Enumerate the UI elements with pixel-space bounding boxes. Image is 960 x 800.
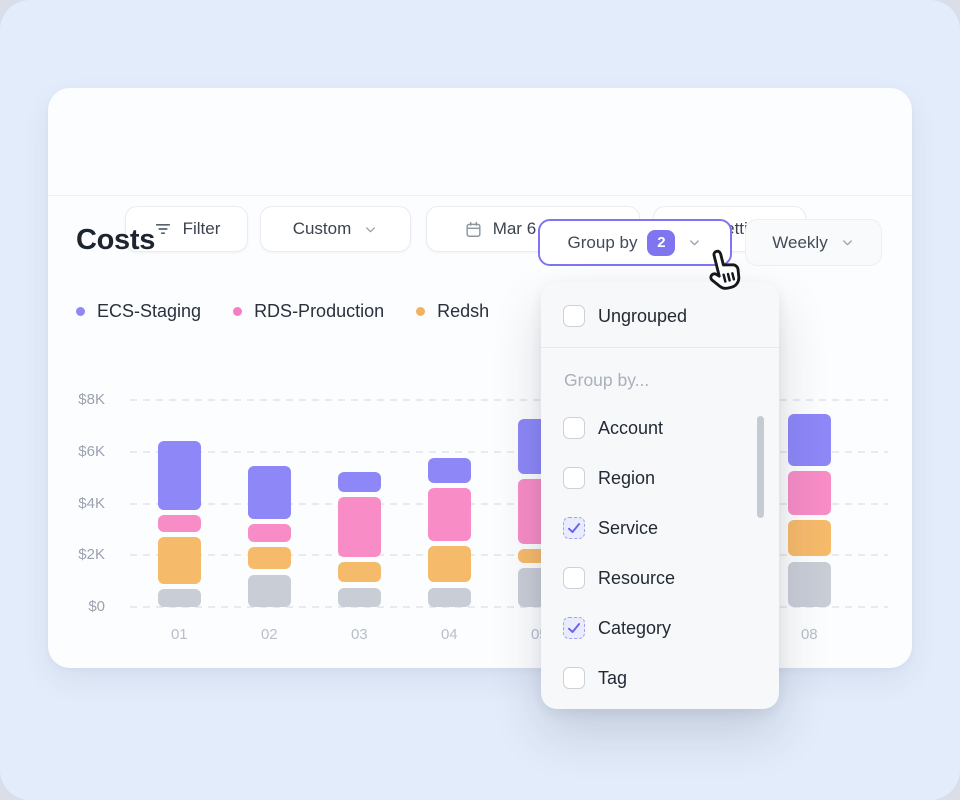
option-label: Region [598, 468, 655, 489]
checkmark-icon [566, 520, 582, 536]
bar-segment-RDS-Production-04[interactable] [428, 488, 471, 541]
dropdown-option-category[interactable]: Category [541, 603, 779, 653]
bar-segment-ECS-Staging-08[interactable] [788, 414, 831, 466]
dropdown-option-account[interactable]: Account [541, 403, 779, 453]
group-by-dropdown: Ungrouped Group by... Account Region Servi… [541, 282, 779, 709]
costs-card: Filter Custom Mar 6 - Jun 17 Settings Co… [48, 88, 912, 668]
bar-segment-Redsh-02[interactable] [248, 547, 291, 569]
bar-segment-Redsh-04[interactable] [428, 546, 471, 582]
bar-segment-Redsh-03[interactable] [338, 562, 381, 583]
bar-segment-Redsh-01[interactable] [158, 537, 201, 584]
dropdown-section-label: Group by... [564, 370, 649, 391]
y-axis-tick: $2K [58, 545, 105, 565]
x-axis-tick: 01 [157, 626, 201, 643]
hand-cursor-icon [700, 244, 746, 299]
region-checkbox[interactable] [563, 467, 585, 489]
y-axis-tick: $6K [58, 442, 105, 462]
bar-segment-unlabeled-04[interactable] [428, 588, 471, 608]
x-axis-tick: 08 [787, 626, 831, 643]
dropdown-divider [541, 347, 779, 348]
option-label: Resource [598, 568, 675, 589]
stacked-bar-chart: $0$2K$4K$6K$8K0102030405060708 [48, 88, 912, 668]
bar-segment-ECS-Staging-03[interactable] [338, 472, 381, 492]
option-label: Tag [598, 668, 627, 689]
bar-segment-ECS-Staging-02[interactable] [248, 466, 291, 519]
ungrouped-checkbox[interactable] [563, 305, 585, 327]
app-background: Filter Custom Mar 6 - Jun 17 Settings Co… [0, 0, 960, 800]
bar-segment-unlabeled-08[interactable] [788, 562, 831, 608]
x-axis-tick: 02 [247, 626, 291, 643]
bar-segment-unlabeled-01[interactable] [158, 589, 201, 607]
resource-checkbox[interactable] [563, 567, 585, 589]
category-checkbox[interactable] [563, 617, 585, 639]
bar-segment-RDS-Production-02[interactable] [248, 524, 291, 542]
bar-segment-RDS-Production-01[interactable] [158, 515, 201, 532]
option-label: Account [598, 418, 663, 439]
account-checkbox[interactable] [563, 417, 585, 439]
bar-segment-Redsh-08[interactable] [788, 520, 831, 556]
dropdown-option-resource[interactable]: Resource [541, 553, 779, 603]
y-axis-tick: $0 [58, 597, 105, 617]
bar-segment-unlabeled-03[interactable] [338, 588, 381, 608]
dropdown-option-service[interactable]: Service [541, 503, 779, 553]
bar-segment-RDS-Production-03[interactable] [338, 497, 381, 557]
y-axis-tick: $8K [58, 390, 105, 410]
dropdown-option-tag[interactable]: Tag [541, 653, 779, 703]
x-axis-tick: 03 [337, 626, 381, 643]
bar-segment-ECS-Staging-01[interactable] [158, 441, 201, 510]
checkmark-icon [566, 620, 582, 636]
tag-checkbox[interactable] [563, 667, 585, 689]
bar-segment-unlabeled-02[interactable] [248, 575, 291, 608]
y-axis-tick: $4K [58, 494, 105, 514]
option-label: Service [598, 518, 658, 539]
x-axis-tick: 04 [427, 626, 471, 643]
option-label: Category [598, 618, 671, 639]
dropdown-scrollbar[interactable] [757, 416, 764, 518]
service-checkbox[interactable] [563, 517, 585, 539]
bar-segment-ECS-Staging-04[interactable] [428, 458, 471, 483]
dropdown-option-region[interactable]: Region [541, 453, 779, 503]
bar-segment-RDS-Production-08[interactable] [788, 471, 831, 515]
ungrouped-label: Ungrouped [598, 306, 687, 327]
